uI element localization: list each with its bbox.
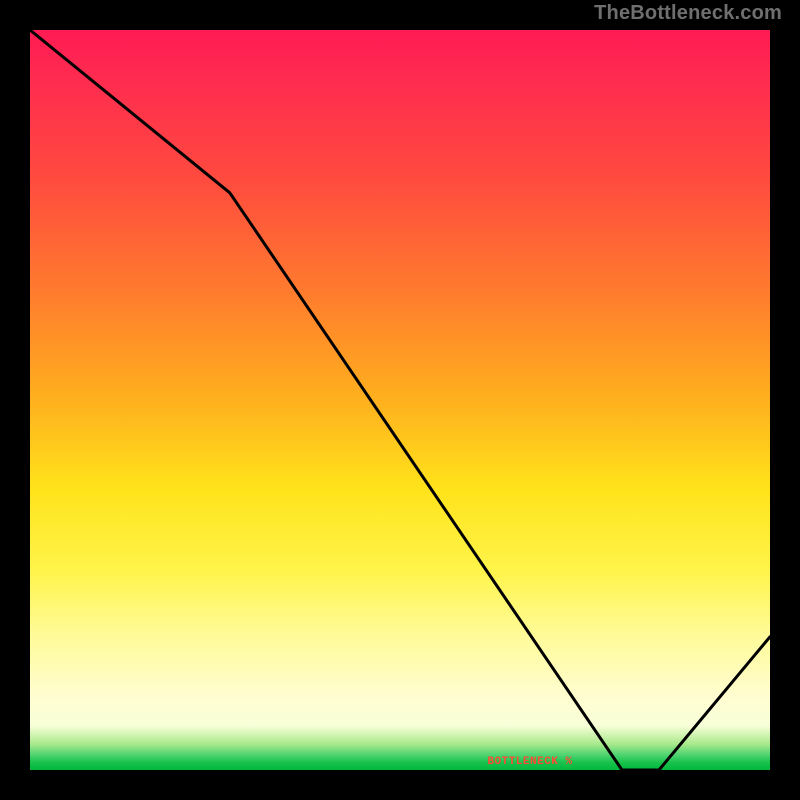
chart-frame: TheBottleneck.com BOTTLENECK %	[0, 0, 800, 800]
series-svg	[30, 30, 770, 770]
bottleneck-line	[30, 30, 770, 770]
plot-area: BOTTLENECK %	[30, 30, 770, 770]
legend-label: BOTTLENECK %	[160, 756, 800, 768]
watermark-label: TheBottleneck.com	[594, 2, 782, 25]
